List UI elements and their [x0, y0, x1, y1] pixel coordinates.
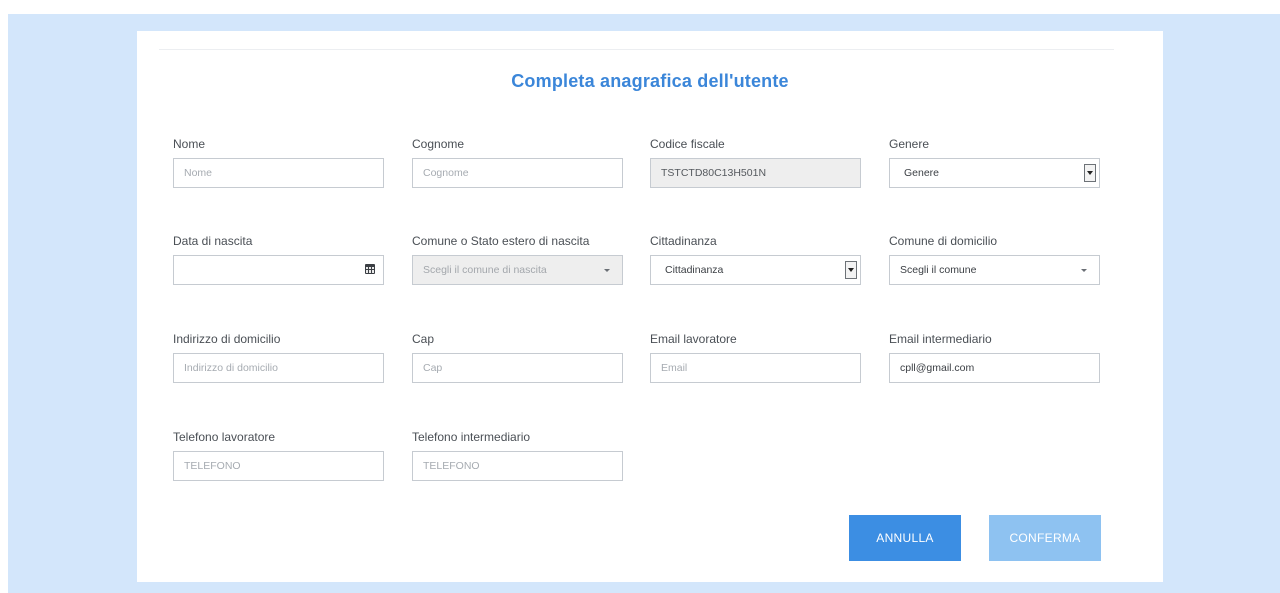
email-intermediario-label: Email intermediario [889, 332, 992, 346]
field-email-intermediario: Email intermediario cpll@gmail.com [889, 332, 1100, 383]
data-nascita-label: Data di nascita [173, 234, 253, 248]
chevron-down-icon[interactable] [1084, 164, 1096, 182]
field-indirizzo-domicilio: Indirizzo di domicilio Indirizzo di domi… [173, 332, 384, 383]
email-lavoratore-input[interactable]: Email [650, 353, 861, 383]
cap-input[interactable]: Cap [412, 353, 623, 383]
indirizzo-domicilio-input[interactable]: Indirizzo di domicilio [173, 353, 384, 383]
field-cap: Cap Cap [412, 332, 623, 383]
field-cittadinanza: Cittadinanza Cittadinanza [650, 234, 861, 285]
calendar-icon[interactable] [365, 264, 375, 274]
genere-label: Genere [889, 137, 930, 151]
conferma-button[interactable]: CONFERMA [989, 515, 1101, 561]
comune-domicilio-label: Comune di domicilio [889, 234, 998, 248]
field-telefono-lavoratore: Telefono lavoratore TELEFONO [173, 430, 384, 481]
field-cognome: Cognome Cognome [412, 137, 623, 188]
cognome-input[interactable]: Cognome [412, 158, 623, 188]
field-comune-domicilio: Comune di domicilio Scegli il comune [889, 234, 1100, 285]
genere-select[interactable]: Genere [889, 158, 1100, 188]
data-nascita-input[interactable] [173, 255, 384, 285]
field-nome: Nome Nome [173, 137, 384, 188]
codice-fiscale-label: Codice fiscale [650, 137, 725, 151]
chevron-down-icon[interactable] [1081, 269, 1087, 272]
chevron-down-icon [604, 269, 610, 272]
comune-nascita-placeholder: Scegli il comune di nascita [423, 264, 547, 276]
annulla-button[interactable]: ANNULLA [849, 515, 961, 561]
field-data-nascita: Data di nascita [173, 234, 384, 285]
cittadinanza-label: Cittadinanza [650, 234, 717, 248]
comune-domicilio-placeholder: Scegli il comune [900, 264, 977, 276]
form-panel: Completa anagrafica dell'utente Nome Nom… [137, 31, 1163, 582]
chevron-down-icon[interactable] [845, 261, 857, 279]
telefono-lavoratore-input[interactable]: TELEFONO [173, 451, 384, 481]
divider [159, 49, 1114, 50]
field-comune-nascita: Comune o Stato estero di nascita Scegli … [412, 234, 623, 285]
field-telefono-intermediario: Telefono intermediario TELEFONO [412, 430, 623, 481]
codice-fiscale-input: TSTCTD80C13H501N [650, 158, 861, 188]
field-genere: Genere Genere [889, 137, 1100, 188]
cognome-label: Cognome [412, 137, 465, 151]
email-intermediario-input[interactable]: cpll@gmail.com [889, 353, 1100, 383]
email-lavoratore-label: Email lavoratore [650, 332, 737, 346]
nome-label: Nome [173, 137, 206, 151]
comune-nascita-label: Comune o Stato estero di nascita [412, 234, 590, 248]
comune-domicilio-select[interactable]: Scegli il comune [889, 255, 1100, 285]
telefono-intermediario-input[interactable]: TELEFONO [412, 451, 623, 481]
cap-label: Cap [412, 332, 435, 346]
comune-nascita-select: Scegli il comune di nascita [412, 255, 623, 285]
indirizzo-domicilio-label: Indirizzo di domicilio [173, 332, 281, 346]
telefono-lavoratore-label: Telefono lavoratore [173, 430, 276, 444]
genere-selected: Genere [904, 167, 940, 179]
telefono-intermediario-label: Telefono intermediario [412, 430, 531, 444]
field-codice-fiscale: Codice fiscale TSTCTD80C13H501N [650, 137, 861, 188]
field-email-lavoratore: Email lavoratore Email [650, 332, 861, 383]
cittadinanza-select[interactable]: Cittadinanza [650, 255, 861, 285]
nome-input[interactable]: Nome [173, 158, 384, 188]
cittadinanza-selected: Cittadinanza [665, 264, 724, 276]
page-title: Completa anagrafica dell'utente [511, 71, 789, 91]
